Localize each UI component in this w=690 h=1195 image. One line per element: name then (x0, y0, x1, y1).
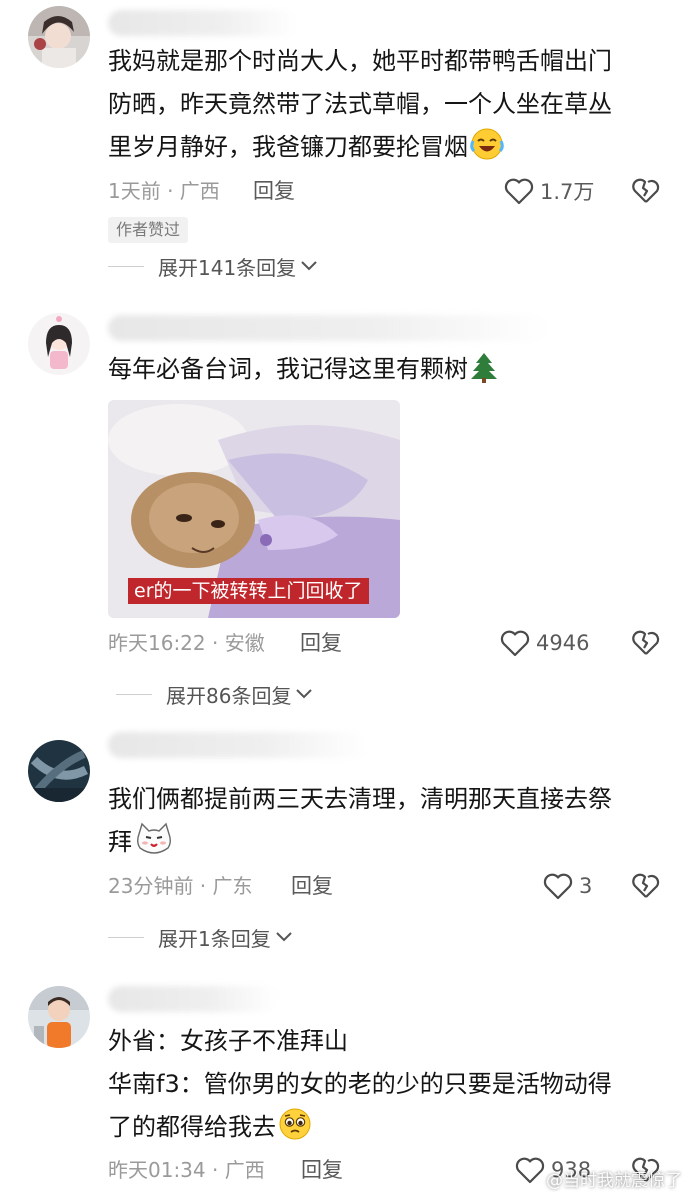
reply-button[interactable]: 回复 (301, 1155, 343, 1185)
author-liked-badge: 作者赞过 (108, 217, 189, 243)
comment-line-text: 了的都得给我去 (108, 1113, 276, 1141)
comment-2: 每年必备台词，我记得这里有颗树 er的一下被转转上门回收了 昨天16:22 · … (0, 300, 690, 720)
expand-replies-button[interactable]: 展开86条回复 (116, 679, 313, 709)
heart-icon (500, 630, 530, 657)
reply-button[interactable]: 回复 (253, 176, 295, 206)
comment-line-text: 每年必备台词，我记得这里有颗树 (108, 355, 468, 383)
heart-icon (543, 873, 573, 900)
image-caption: er的一下被转转上门回收了 (128, 578, 369, 604)
comment-line: 防晒，昨天竟然带了法式草帽，一个人坐在草丛 (108, 90, 612, 118)
expand-label: 展开141条回复 (158, 255, 297, 280)
avatar[interactable] (28, 740, 90, 802)
comment-line-text: 拜 (108, 828, 132, 856)
reply-button[interactable]: 回复 (300, 628, 342, 658)
like-count: 4946 (536, 631, 590, 655)
comment-line: 我们俩都提前两三天去清理，清明那天直接去祭 (108, 785, 612, 813)
avatar[interactable] (28, 986, 90, 1048)
like-button[interactable]: 3 (543, 870, 592, 902)
like-count: 1.7万 (540, 180, 595, 204)
like-button[interactable]: 4946 (500, 627, 589, 659)
username-blurred (108, 732, 368, 758)
comment-line: 拜 (108, 821, 668, 870)
comment-time-location: 23分钟前 · 广东 (108, 874, 253, 898)
comment-image[interactable]: er的一下被转转上门回收了 (108, 400, 400, 618)
dislike-button[interactable] (632, 872, 660, 900)
broken-heart-icon (632, 630, 660, 655)
cat-face-emoji (134, 822, 174, 870)
reply-button[interactable]: 回复 (291, 871, 333, 901)
comment-line: 外省：女孩子不准拜山 (108, 1027, 348, 1055)
comment-time-location: 1天前 · 广西 (108, 179, 220, 203)
pleading-face-emoji (278, 1107, 312, 1155)
expand-replies-button[interactable]: 展开141条回复 (108, 251, 318, 281)
comment-line: 每年必备台词，我记得这里有颗树 (108, 348, 668, 397)
divider (108, 265, 144, 267)
comment-text: 我们俩都提前两三天去清理，清明那天直接去祭 拜 (108, 778, 668, 870)
username-blurred (108, 986, 278, 1012)
comment-time-location: 昨天16:22 · 安徽 (108, 631, 265, 655)
comment-text: 我妈就是那个时尚大人，她平时都带鸭舌帽出门 防晒，昨天竟然带了法式草帽，一个人坐… (108, 40, 668, 175)
laughing-crying-emoji (470, 127, 504, 175)
comment-line-text: 里岁月静好，我爸镰刀都要抡冒烟 (108, 133, 468, 161)
username-blurred (108, 10, 298, 36)
comment-3: 我们俩都提前两三天去清理，清明那天直接去祭 拜 23分钟前 · 广东 回复 3 … (0, 720, 690, 970)
expand-label: 展开86条回复 (166, 683, 292, 708)
dislike-button[interactable] (632, 629, 660, 657)
divider (116, 693, 152, 695)
expand-replies-button[interactable]: 展开1条回复 (108, 922, 293, 952)
comment-1: 我妈就是那个时尚大人，她平时都带鸭舌帽出门 防晒，昨天竟然带了法式草帽，一个人坐… (0, 0, 690, 300)
comment-line: 里岁月静好，我爸镰刀都要抡冒烟 (108, 126, 668, 175)
chevron-down-icon (301, 261, 317, 271)
comment-line: 了的都得给我去 (108, 1106, 668, 1155)
comment-text: 外省：女孩子不准拜山 华南f3：管你男的女的老的少的只要是活物动得 了的都得给我… (108, 1020, 668, 1155)
comment-text: 每年必备台词，我记得这里有颗树 (108, 348, 668, 397)
comment-line: 华南f3：管你男的女的老的少的只要是活物动得 (108, 1070, 612, 1098)
broken-heart-icon (632, 873, 660, 898)
avatar[interactable] (28, 313, 90, 375)
like-button[interactable]: 1.7万 (504, 175, 594, 207)
divider (108, 936, 144, 938)
watermark: @当时我就震惊了 (546, 1171, 682, 1191)
heart-icon (504, 178, 534, 205)
username-blurred (108, 315, 548, 341)
tree-emoji (470, 351, 498, 397)
comment-4: 外省：女孩子不准拜山 华南f3：管你男的女的老的少的只要是活物动得 了的都得给我… (0, 970, 690, 1195)
avatar[interactable] (28, 6, 90, 68)
expand-label: 展开1条回复 (158, 926, 271, 951)
broken-heart-icon (632, 178, 660, 203)
heart-icon (515, 1157, 545, 1184)
comment-time-location: 昨天01:34 · 广西 (108, 1158, 265, 1182)
like-count: 3 (579, 874, 593, 898)
chevron-down-icon (276, 932, 292, 942)
dislike-button[interactable] (632, 177, 660, 205)
chevron-down-icon (296, 689, 313, 699)
comment-line: 我妈就是那个时尚大人，她平时都带鸭舌帽出门 (108, 47, 612, 75)
